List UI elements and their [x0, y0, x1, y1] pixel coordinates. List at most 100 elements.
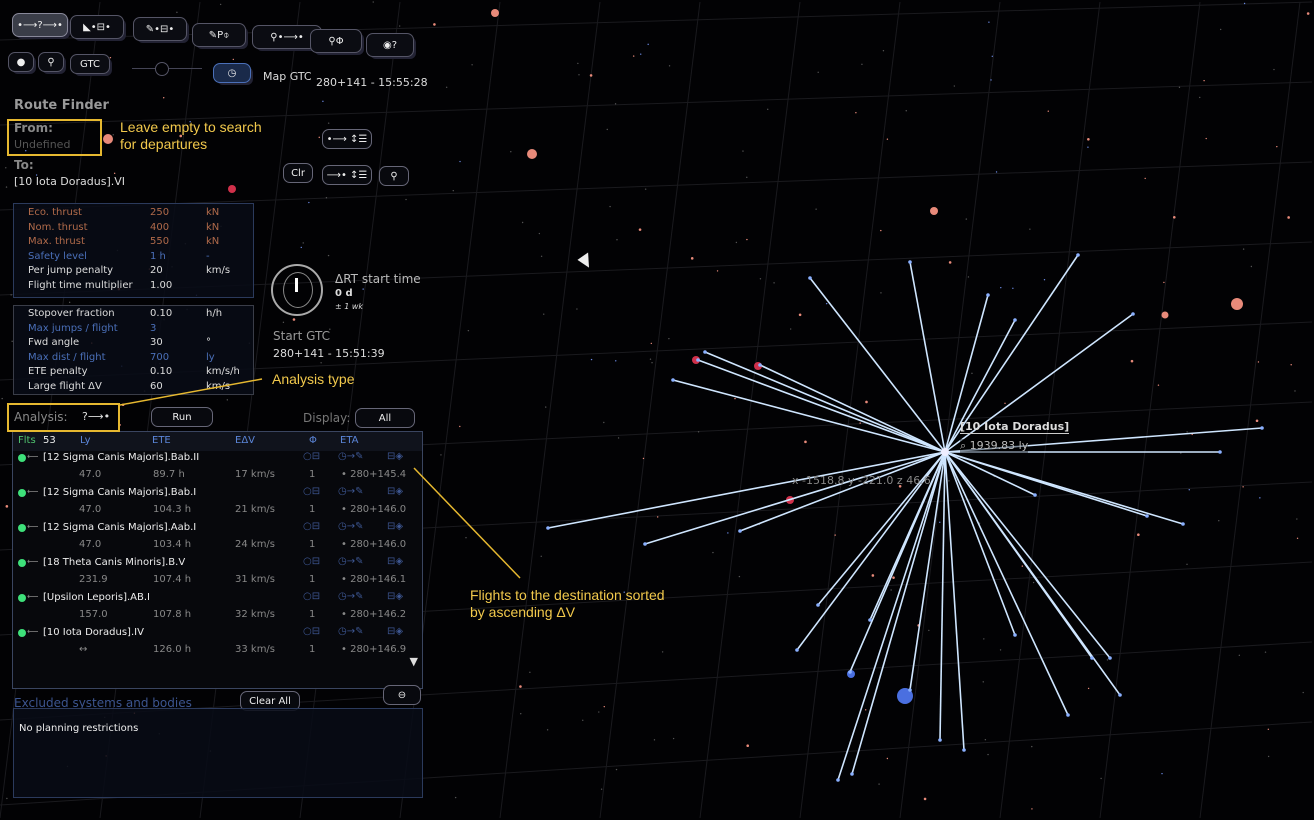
to-list-button[interactable]: ⟶• ↕☰ — [322, 165, 372, 185]
route-endpoint[interactable] — [671, 378, 675, 382]
eta-header[interactable]: ETA — [340, 435, 359, 446]
from-list-button[interactable]: •⟶ ↕☰ — [322, 129, 372, 149]
flight-route-line[interactable] — [697, 359, 946, 453]
body-icon[interactable]: ○⊟ — [303, 556, 320, 567]
star-system[interactable] — [527, 149, 537, 159]
route-endpoint[interactable] — [546, 526, 550, 530]
flight-route-line[interactable] — [944, 451, 1093, 659]
star-system[interactable] — [491, 9, 499, 17]
body-icon[interactable]: ○⊟ — [303, 626, 320, 637]
route-endpoint[interactable] — [1181, 522, 1185, 526]
param-value[interactable]: 400 — [150, 222, 169, 233]
dot-button[interactable]: ● — [8, 52, 34, 72]
star-system[interactable] — [1161, 311, 1169, 319]
route-endpoint[interactable] — [908, 688, 912, 692]
route-endpoint[interactable] — [1076, 253, 1080, 257]
param-value[interactable]: 0.10 — [150, 366, 172, 377]
route-endpoint[interactable] — [938, 738, 942, 742]
ete-header[interactable]: ETE — [152, 435, 171, 446]
flight-route-line[interactable] — [944, 451, 965, 751]
time-edit-icon[interactable]: ◷→✎ — [338, 486, 363, 497]
route-endpoint[interactable] — [1090, 656, 1094, 660]
flight-route-line[interactable] — [851, 451, 946, 775]
route-endpoint[interactable] — [816, 603, 820, 607]
flights-list[interactable]: Flts 53 Ly ETE EΔV Φ ETA ⟵ [12 Sigma Can… — [12, 431, 423, 689]
list-item[interactable]: ⟵ [12 Sigma Canis Majoris].Bab.I ○⊟ ◷→✎ … — [13, 486, 422, 521]
list-item[interactable]: ⟵ [12 Sigma Canis Majoris].Aab.I ○⊟ ◷→✎ … — [13, 521, 422, 556]
toolbar-button-0[interactable]: •⟶?⟶• — [12, 13, 68, 37]
search-button[interactable]: ⚲ — [38, 52, 64, 72]
route-endpoint[interactable] — [738, 529, 742, 533]
time-edit-icon[interactable]: ◷→✎ — [338, 591, 363, 602]
route-endpoint[interactable] — [868, 618, 872, 622]
body-icon[interactable]: ○⊟ — [303, 521, 320, 532]
body-icon[interactable]: ○⊟ — [303, 591, 320, 602]
target-icon[interactable]: ⊟◈ — [387, 556, 403, 567]
route-endpoint[interactable] — [703, 350, 707, 354]
remove-button[interactable]: ⊖ — [383, 685, 421, 705]
route-endpoint[interactable] — [795, 648, 799, 652]
route-endpoint[interactable] — [1013, 633, 1017, 637]
body-icon[interactable]: ○⊟ — [303, 451, 320, 462]
display-select[interactable]: All — [355, 408, 415, 428]
time-edit-icon[interactable]: ◷→✎ — [338, 556, 363, 567]
param-value[interactable]: 550 — [150, 236, 169, 247]
flight-route-line[interactable] — [944, 451, 1148, 517]
flight-route-line[interactable] — [704, 351, 946, 453]
ly-header[interactable]: Ly — [80, 435, 91, 446]
to-field[interactable]: [10 Iota Doradus].VI — [14, 175, 125, 188]
toolbar-button-5[interactable]: ⚲Φ — [310, 29, 362, 53]
route-endpoint[interactable] — [1131, 312, 1135, 316]
time-slider-handle[interactable] — [155, 62, 169, 76]
route-endpoint[interactable] — [1108, 656, 1112, 660]
phi-header[interactable]: Φ — [309, 435, 317, 446]
param-value[interactable]: 0.10 — [150, 308, 172, 319]
edv-header[interactable]: EΔV — [235, 435, 255, 446]
route-endpoint[interactable] — [643, 542, 647, 546]
flight-route-line[interactable] — [939, 451, 946, 741]
star-system[interactable] — [103, 134, 113, 144]
param-value[interactable]: 1.00 — [150, 280, 172, 291]
route-endpoint[interactable] — [758, 363, 762, 367]
target-icon[interactable]: ⊟◈ — [387, 626, 403, 637]
route-endpoint[interactable] — [908, 260, 912, 264]
route-endpoint[interactable] — [962, 748, 966, 752]
scroll-down-icon[interactable]: ▼ — [410, 655, 418, 668]
flight-route-line[interactable] — [909, 261, 946, 453]
run-button[interactable]: Run — [151, 407, 213, 427]
route-endpoint[interactable] — [1145, 514, 1149, 518]
clear-button[interactable]: Clr — [283, 163, 313, 183]
star-system[interactable] — [1231, 298, 1243, 310]
flight-route-line[interactable] — [547, 451, 946, 529]
target-icon[interactable]: ⊟◈ — [387, 521, 403, 532]
target-icon[interactable]: ⊟◈ — [387, 486, 403, 497]
time-edit-icon[interactable]: ◷→✎ — [338, 626, 363, 637]
flight-route-line[interactable] — [644, 451, 946, 545]
flight-route-line[interactable] — [809, 277, 946, 453]
param-value[interactable]: 3 — [150, 323, 156, 334]
route-endpoint[interactable] — [836, 778, 840, 782]
route-endpoint[interactable] — [986, 293, 990, 297]
list-item[interactable]: ⟵ [Upsilon Leporis].AB.I ○⊟ ◷→✎ ⊟◈ 157.0… — [13, 591, 422, 626]
start-time-dial[interactable] — [271, 264, 323, 316]
route-endpoint[interactable] — [1013, 318, 1017, 322]
toolbar-button-1[interactable]: ◣•⊟• — [70, 15, 124, 39]
toolbar-button-2[interactable]: ✎•⊟• — [133, 17, 187, 41]
route-endpoint[interactable] — [1260, 426, 1264, 430]
target-system[interactable] — [941, 448, 949, 456]
route-endpoint[interactable] — [848, 670, 852, 674]
toolbar-button-3[interactable]: ✎P⌽ — [192, 23, 246, 47]
flight-route-line[interactable] — [837, 451, 946, 781]
param-value[interactable]: 250 — [150, 207, 169, 218]
list-item[interactable]: ⟵ [10 Iota Doradus].IV ○⊟ ◷→✎ ⊟◈ ↔ 126.0… — [13, 626, 422, 661]
param-value[interactable]: 1 h — [150, 251, 166, 262]
param-value[interactable]: 30 — [150, 337, 163, 348]
list-item[interactable]: ⟵ [12 Sigma Canis Majoris].Bab.II ○⊟ ◷→✎… — [13, 451, 422, 486]
target-icon[interactable]: ⊟◈ — [387, 451, 403, 462]
flight-route-line[interactable] — [759, 364, 946, 453]
target-label[interactable]: [10 Iota Doradus] — [960, 420, 1070, 434]
param-value[interactable]: 700 — [150, 352, 169, 363]
list-item[interactable]: ⟵ [18 Theta Canis Minoris].B.V ○⊟ ◷→✎ ⊟◈… — [13, 556, 422, 591]
route-endpoint[interactable] — [1033, 493, 1037, 497]
param-value[interactable]: 20 — [150, 265, 163, 276]
